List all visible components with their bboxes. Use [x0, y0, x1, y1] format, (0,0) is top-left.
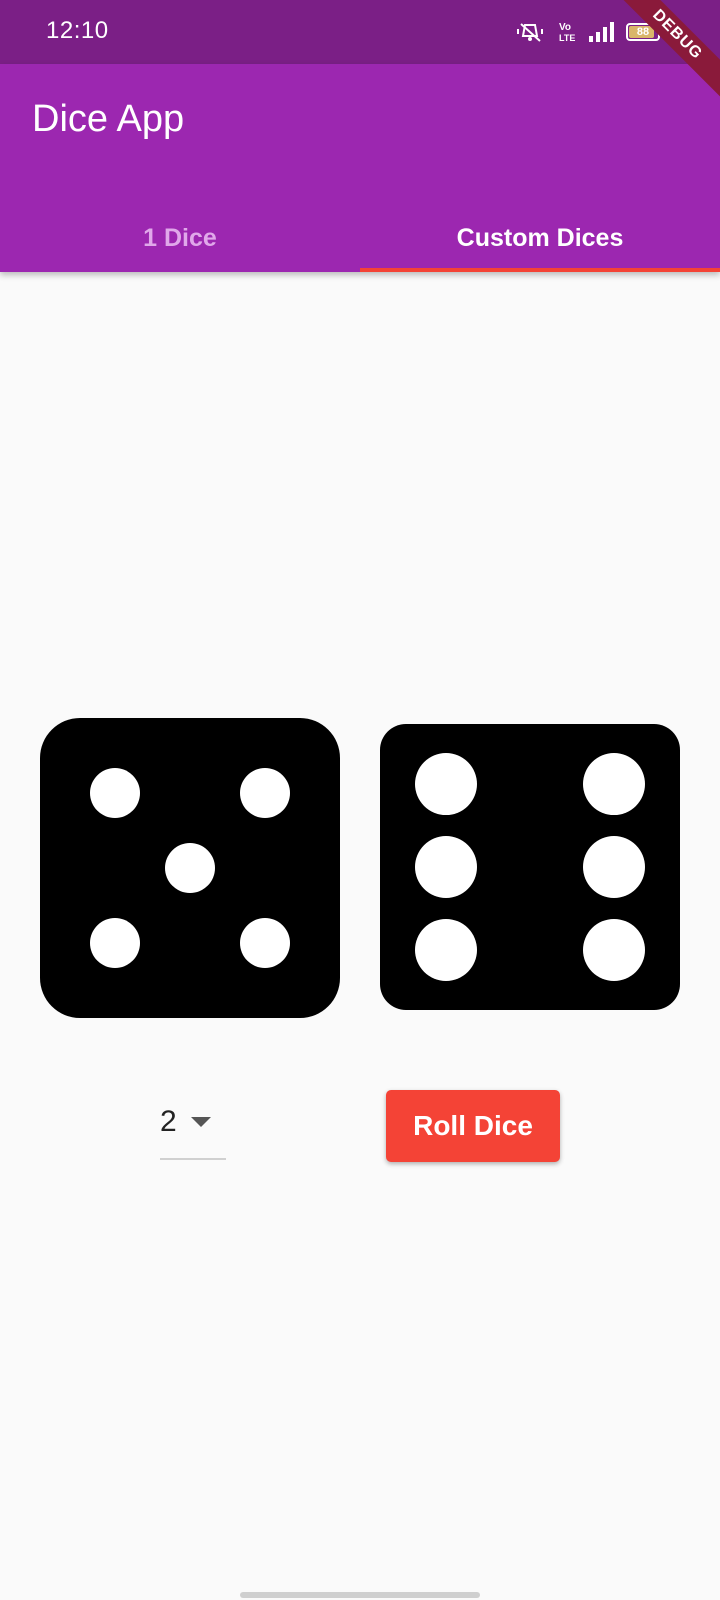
- die-pip: [240, 768, 290, 818]
- dice-count-value: 2: [160, 1105, 177, 1138]
- app-title: Dice App: [32, 98, 185, 140]
- status-time: 12:10: [46, 17, 109, 44]
- svg-text:Vo: Vo: [559, 22, 571, 33]
- status-bar: 12:10 Vo LTE 88: [0, 0, 720, 64]
- die-pip: [415, 753, 477, 816]
- die-face-six: [380, 724, 680, 1010]
- die-pip: [583, 918, 645, 981]
- status-icons: Vo LTE 88: [516, 18, 663, 46]
- die-face-five: [40, 718, 340, 1018]
- vibrate-icon: [516, 20, 546, 44]
- die-pip: [583, 753, 645, 816]
- die-pip: [90, 918, 140, 968]
- die-pip: [90, 768, 140, 818]
- home-indicator[interactable]: [240, 1592, 480, 1598]
- battery-level: 88: [636, 26, 650, 38]
- dice-count-dropdown[interactable]: 2: [160, 1086, 226, 1160]
- die-pip: [165, 843, 215, 893]
- die-pip: [583, 836, 645, 898]
- dropdown-arrow-icon: [190, 1117, 211, 1127]
- tab-custom-dices[interactable]: Custom Dices: [360, 204, 720, 272]
- die-pip: [415, 918, 477, 981]
- signal-icon: [588, 21, 614, 43]
- die-pip: [415, 836, 477, 898]
- die-pip: [240, 918, 290, 968]
- svg-text:LTE: LTE: [559, 33, 575, 43]
- tab-bar: 1 Dice Custom Dices: [0, 204, 720, 272]
- volte-icon: Vo LTE: [558, 20, 576, 44]
- die-left: [40, 718, 340, 1018]
- roll-dice-button[interactable]: Roll Dice: [386, 1090, 560, 1162]
- tab-one-dice[interactable]: 1 Dice: [0, 204, 360, 272]
- die-right: [380, 724, 680, 1010]
- app-bar: Dice App 1 Dice Custom Dices: [0, 64, 720, 272]
